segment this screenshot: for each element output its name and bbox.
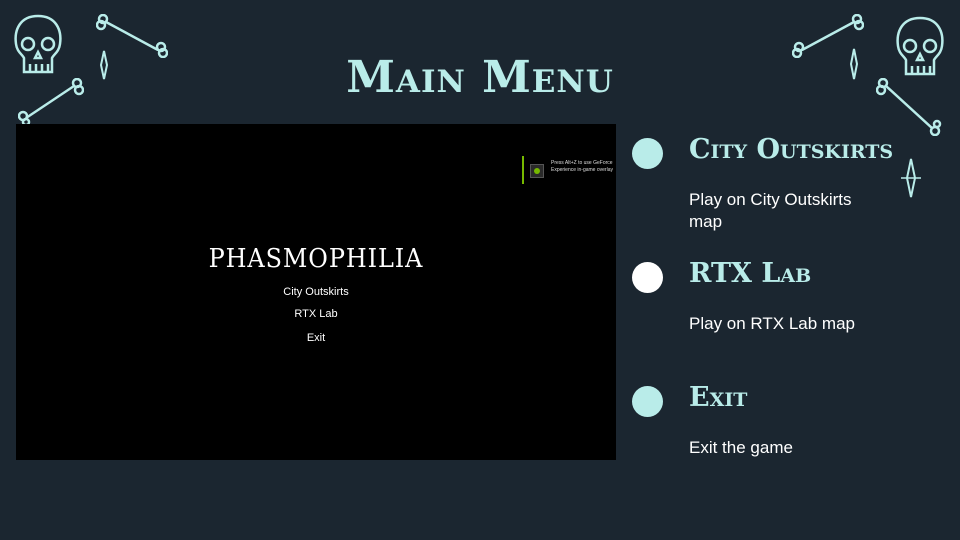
item-title: City Outskirts bbox=[689, 134, 894, 165]
item-description: Play on City Outskirts map bbox=[689, 190, 852, 231]
item-description: Exit the game bbox=[689, 438, 793, 457]
bullet-icon bbox=[632, 386, 663, 417]
overlay-accent-bar bbox=[522, 156, 524, 184]
page-title: Main Menu bbox=[346, 52, 614, 103]
sparkle-icon bbox=[901, 158, 921, 198]
game-menu-exit[interactable]: Exit bbox=[16, 332, 616, 344]
game-title: PHASMOPHILIA bbox=[208, 244, 424, 274]
game-screenshot: Press Alt+Z to use GeForce Experience in… bbox=[16, 124, 616, 460]
overlay-notice: Press Alt+Z to use GeForce Experience in… bbox=[551, 160, 613, 173]
item-title: Exit bbox=[689, 382, 748, 413]
game-menu-rtx-lab[interactable]: RTX Lab bbox=[16, 308, 616, 320]
item-title: RTX Lab bbox=[689, 258, 812, 289]
item-description: Play on RTX Lab map bbox=[689, 314, 855, 333]
game-menu-city-outskirts[interactable]: City Outskirts bbox=[16, 286, 616, 298]
bullet-icon bbox=[632, 138, 663, 169]
geforce-icon bbox=[530, 164, 544, 178]
bullet-icon bbox=[632, 262, 663, 293]
